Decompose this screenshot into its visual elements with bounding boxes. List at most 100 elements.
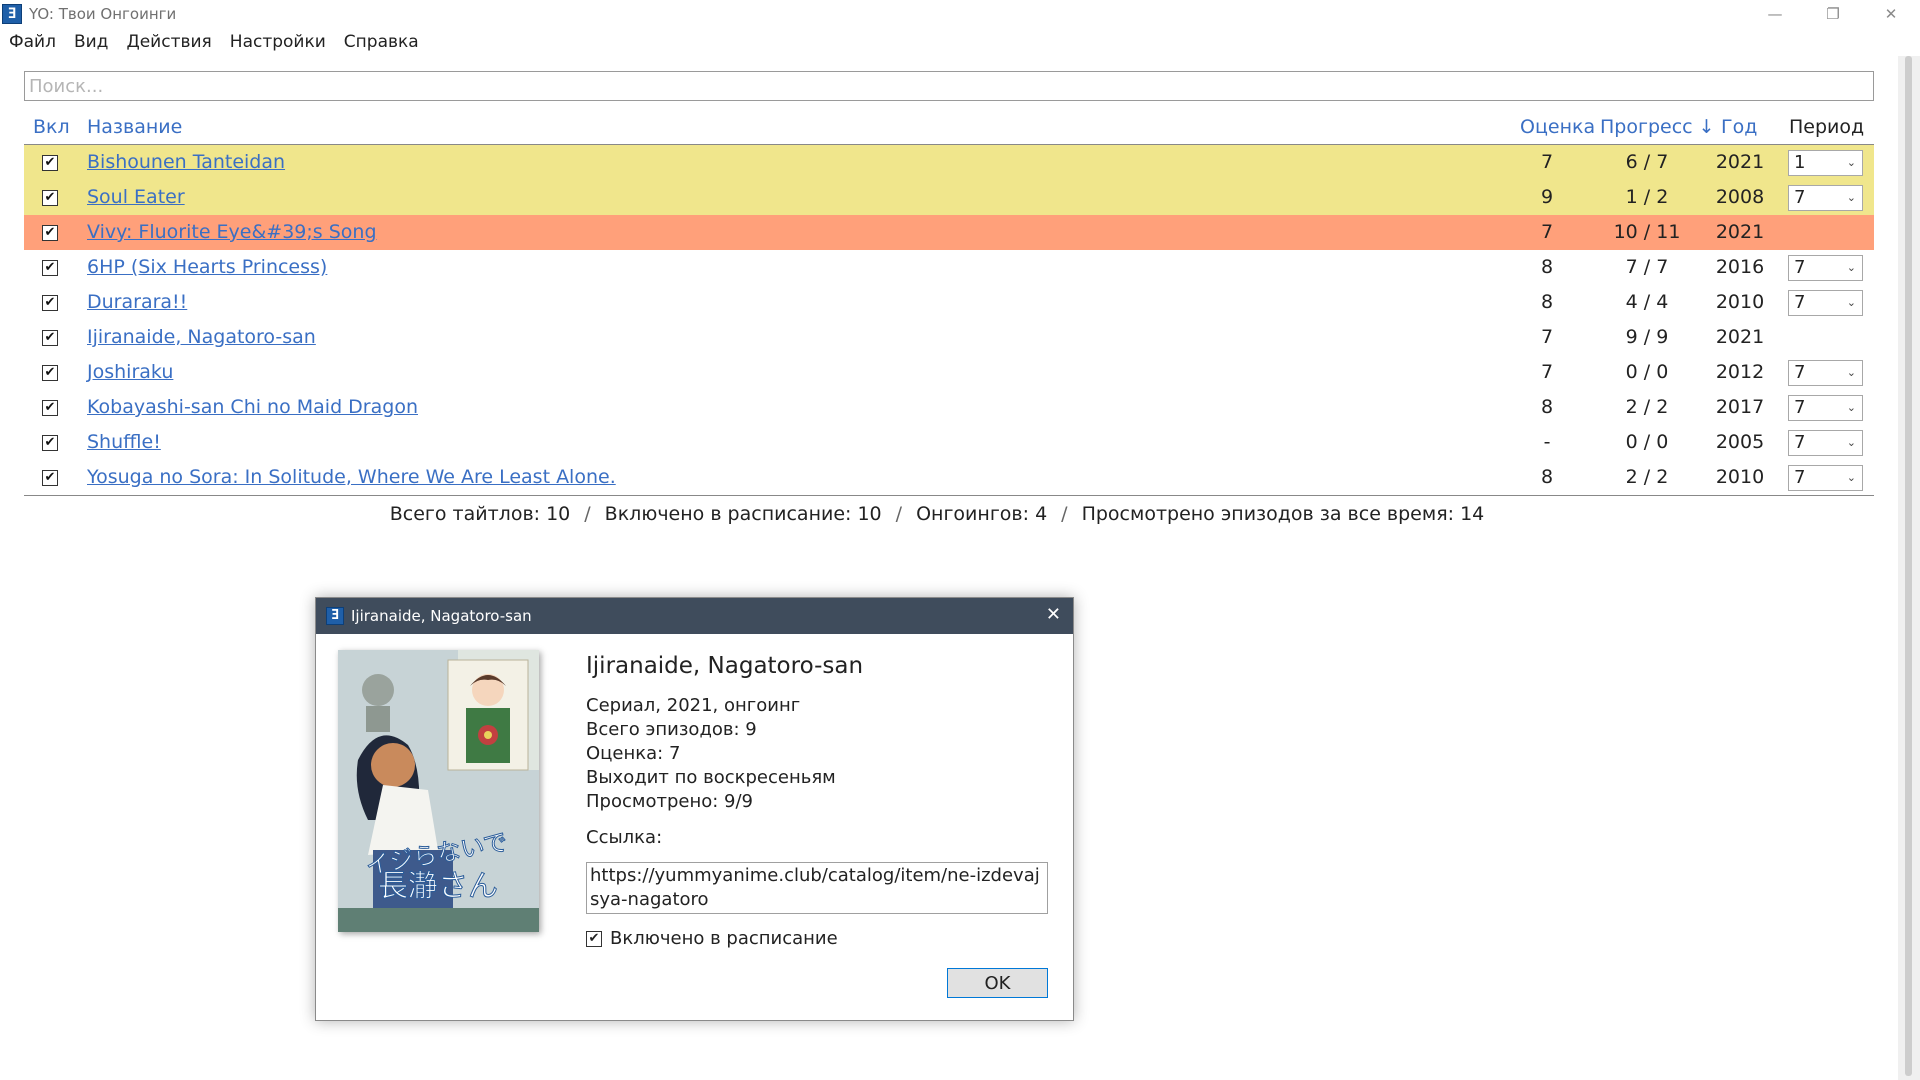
header-enabled[interactable]: Вкл xyxy=(33,116,70,138)
period-value: 1 xyxy=(1794,152,1806,173)
year-cell: 2005 xyxy=(1715,431,1765,453)
chevron-down-icon: ⌄ xyxy=(1846,156,1856,169)
title-link[interactable]: Durarara!! xyxy=(87,291,187,313)
table-row[interactable]: ✔ Kobayashi-san Chi no Maid Dragon 8 2 / 2 2… xyxy=(24,390,1874,425)
schedule-checkbox-label: Включено в расписание xyxy=(610,928,838,949)
table-header: Вкл Название Оценка Прогресс ↓ Год Перио… xyxy=(24,110,1874,145)
period-select[interactable]: 1 ⌄ xyxy=(1788,150,1863,176)
header-year[interactable]: Год xyxy=(1721,116,1757,138)
schedule-checkbox[interactable]: ✔ Включено в расписание xyxy=(586,928,838,949)
app-icon: Ǝ xyxy=(326,607,344,625)
row-enabled-checkbox[interactable]: ✔ xyxy=(42,470,58,486)
progress-cell: 10 / 11 xyxy=(1613,221,1681,243)
table-row[interactable]: ✔ 6HP (Six Hearts Princess) 8 7 / 7 2016 7 ⌄ xyxy=(24,250,1874,285)
info-score: Оценка: 7 xyxy=(586,743,681,764)
period-select[interactable]: 7 ⌄ xyxy=(1788,290,1863,316)
header-score[interactable]: Оценка xyxy=(1520,116,1595,138)
table-row[interactable]: ✔ Bishounen Tanteidan 7 6 / 7 2021 1 ⌄ xyxy=(24,145,1874,180)
vertical-scrollbar[interactable] xyxy=(1898,56,1920,1080)
app-icon: Ǝ xyxy=(2,4,22,24)
period-select[interactable]: 7 ⌄ xyxy=(1788,360,1863,386)
chevron-down-icon: ⌄ xyxy=(1846,366,1856,379)
menu-help[interactable]: Справка xyxy=(335,32,428,52)
header-name[interactable]: Название xyxy=(87,116,182,138)
row-enabled-checkbox[interactable]: ✔ xyxy=(42,155,58,171)
title-link[interactable]: Joshiraku xyxy=(87,361,173,383)
period-value: 7 xyxy=(1794,257,1806,278)
menu-view[interactable]: Вид xyxy=(65,32,117,52)
title-link[interactable]: Soul Eater xyxy=(87,186,185,208)
year-cell: 2008 xyxy=(1715,186,1765,208)
menu-file[interactable]: Файл xyxy=(0,32,65,52)
chevron-down-icon: ⌄ xyxy=(1846,191,1856,204)
row-enabled-checkbox[interactable]: ✔ xyxy=(42,435,58,451)
table-row[interactable]: ✔ Vivy: Fluorite Eye&#39;s Song 7 10 / 11 20… xyxy=(24,215,1874,250)
summary-watched: Просмотрено эпизодов за все время: 14 xyxy=(1081,503,1485,525)
title-link[interactable]: Vivy: Fluorite Eye&#39;s Song xyxy=(87,221,377,243)
title-bar: Ǝ YO: Твои Онгоинги — ❐ ✕ xyxy=(0,0,1920,28)
link-field[interactable]: https://yummyanime.club/catalog/item/ne-… xyxy=(586,862,1048,914)
row-enabled-checkbox[interactable]: ✔ xyxy=(42,225,58,241)
row-enabled-checkbox[interactable]: ✔ xyxy=(42,190,58,206)
info-schedule-day: Выходит по воскресеньям xyxy=(586,767,836,788)
table-row[interactable]: ✔ Joshiraku 7 0 / 0 2012 7 ⌄ xyxy=(24,355,1874,390)
year-cell: 2021 xyxy=(1715,221,1765,243)
close-window-button[interactable]: ✕ xyxy=(1862,0,1920,28)
table-row[interactable]: ✔ Soul Eater 9 1 / 2 2008 7 ⌄ xyxy=(24,180,1874,215)
table-row[interactable]: ✔ Durarara!! 8 4 / 4 2010 7 ⌄ xyxy=(24,285,1874,320)
row-enabled-checkbox[interactable]: ✔ xyxy=(42,400,58,416)
title-link[interactable]: Yosuga no Sora: In Solitude, Where We Ar… xyxy=(87,466,616,488)
table-bottom-border xyxy=(24,495,1874,496)
restore-button[interactable]: ❐ xyxy=(1804,0,1862,28)
header-period: Период xyxy=(1789,116,1865,138)
progress-cell: 2 / 2 xyxy=(1625,466,1669,488)
table-row[interactable]: ✔ Shuffle! - 0 / 0 2005 7 ⌄ xyxy=(24,425,1874,460)
title-link[interactable]: Bishounen Tanteidan xyxy=(87,151,285,173)
window-title: YO: Твои Онгоинги xyxy=(29,5,177,23)
dialog-heading: Ijiranaide, Nagatoro-san xyxy=(586,653,864,679)
progress-cell: 4 / 4 xyxy=(1625,291,1669,313)
period-select[interactable]: 7 ⌄ xyxy=(1788,395,1863,421)
table-row[interactable]: ✔ Yosuga no Sora: In Solitude, Where We A… xyxy=(24,460,1874,495)
dialog-title-bar: Ǝ Ijiranaide, Nagatoro-san ✕ xyxy=(316,598,1073,634)
period-select[interactable]: 7 ⌄ xyxy=(1788,430,1863,456)
score-cell: 9 xyxy=(1540,186,1554,208)
menu-actions[interactable]: Действия xyxy=(117,32,220,52)
menu-settings[interactable]: Настройки xyxy=(221,32,335,52)
period-value: 7 xyxy=(1794,432,1806,453)
title-link[interactable]: 6HP (Six Hearts Princess) xyxy=(87,256,327,278)
period-select[interactable]: 7 ⌄ xyxy=(1788,185,1863,211)
table-row[interactable]: ✔ Ijiranaide, Nagatoro-san 7 9 / 9 2021 xyxy=(24,320,1874,355)
progress-cell: 0 / 0 xyxy=(1625,431,1669,453)
summary-separator: / xyxy=(584,503,591,525)
scrollbar-thumb[interactable] xyxy=(1905,56,1912,1076)
close-icon[interactable]: ✕ xyxy=(1046,604,1061,625)
title-link[interactable]: Ijiranaide, Nagatoro-san xyxy=(87,326,316,348)
row-enabled-checkbox[interactable]: ✔ xyxy=(42,330,58,346)
period-value: 7 xyxy=(1794,397,1806,418)
info-type: Сериал, 2021, онгоинг xyxy=(586,695,801,716)
poster-image: イジらないで 長瀞さん xyxy=(338,650,539,932)
year-cell: 2021 xyxy=(1715,151,1765,173)
score-cell: - xyxy=(1543,431,1551,453)
checkbox-box[interactable]: ✔ xyxy=(586,930,602,947)
title-link[interactable]: Kobayashi-san Chi no Maid Dragon xyxy=(87,396,418,418)
score-cell: 7 xyxy=(1540,221,1554,243)
summary-total: Всего тайтлов: 10 xyxy=(389,503,571,525)
minimize-button[interactable]: — xyxy=(1746,0,1804,28)
summary-ongoing: Онгоингов: 4 xyxy=(916,503,1048,525)
title-link[interactable]: Shuffle! xyxy=(87,431,161,453)
row-enabled-checkbox[interactable]: ✔ xyxy=(42,295,58,311)
year-cell: 2016 xyxy=(1715,256,1765,278)
header-progress[interactable]: Прогресс ↓ xyxy=(1600,116,1715,138)
row-enabled-checkbox[interactable]: ✔ xyxy=(42,365,58,381)
score-cell: 7 xyxy=(1540,151,1554,173)
row-enabled-checkbox[interactable]: ✔ xyxy=(42,260,58,276)
summary-separator: / xyxy=(895,503,903,525)
period-select[interactable]: 7 ⌄ xyxy=(1788,465,1863,491)
period-value: 7 xyxy=(1794,187,1806,208)
period-select[interactable]: 7 ⌄ xyxy=(1788,255,1863,281)
ok-button[interactable]: OK xyxy=(947,968,1048,998)
score-cell: 8 xyxy=(1540,396,1554,418)
search-input[interactable] xyxy=(24,71,1874,101)
